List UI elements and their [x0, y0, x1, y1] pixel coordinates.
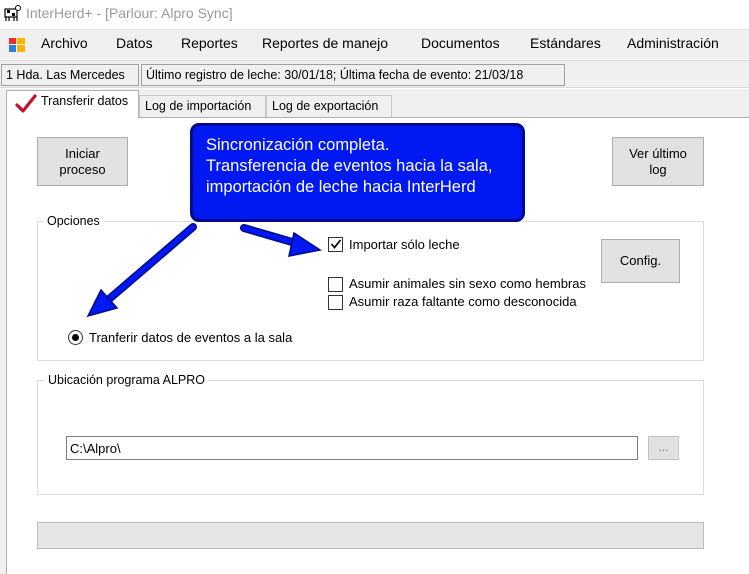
herd-name: 1 Hda. Las Mercedes	[1, 64, 139, 86]
view-log-line2: log	[649, 161, 667, 177]
alpro-location-group-label: Ubicación programa ALPRO	[45, 373, 209, 387]
options-group-label: Opciones	[44, 214, 103, 228]
checkmark-icon	[15, 94, 37, 113]
window-title: InterHerd+ - [Parlour: Alpro Sync]	[26, 5, 233, 21]
herd-status-bar: 1 Hda. Las Mercedes Último registro de l…	[0, 60, 749, 88]
tab-transferir-datos[interactable]: Transferir datos	[6, 90, 139, 118]
tab-log-importacion[interactable]: Log de importación	[139, 95, 266, 117]
menu-archivo[interactable]: Archivo	[41, 35, 88, 51]
tab-label: Transferir datos	[41, 94, 129, 108]
window-menu-icon[interactable]	[9, 38, 25, 52]
tab-log-exportacion[interactable]: Log de exportación	[266, 95, 392, 117]
browse-button[interactable]: ...	[648, 436, 679, 460]
annotation-callout: Sincronización completa. Transferencia d…	[190, 123, 525, 222]
last-records-info: Último registro de leche: 30/01/18; Últi…	[141, 64, 565, 86]
assume-unknown-breed-checkbox[interactable]	[328, 295, 343, 310]
menu-documentos[interactable]: Documentos	[421, 35, 500, 51]
radio-selected-dot	[72, 334, 79, 341]
callout-line: importación de leche hacia InterHerd	[206, 178, 476, 196]
tab-label: Log de importación	[145, 99, 252, 113]
menu-administracion[interactable]: Administración	[627, 35, 719, 51]
menu-bar: Archivo Datos Reportes Reportes de manej…	[0, 29, 749, 59]
title-bar: InterHerd+ - [Parlour: Alpro Sync]	[0, 0, 749, 28]
cow-app-icon	[4, 5, 21, 21]
transfer-events-radio[interactable]	[68, 330, 83, 345]
import-milk-only-checkbox[interactable]	[328, 237, 343, 252]
callout-line: Sincronización completa.	[206, 136, 390, 154]
menu-reportes[interactable]: Reportes	[181, 35, 238, 51]
assume-female-checkbox[interactable]	[328, 277, 343, 292]
sync-progress-bar	[37, 522, 704, 549]
assume-female-label: Asumir animales sin sexo como hembras	[349, 276, 586, 291]
check-icon	[330, 239, 342, 249]
config-button[interactable]: Config.	[601, 239, 680, 283]
tab-label: Log de exportación	[272, 99, 379, 113]
callout-line: Transferencia de eventos hacia la sala,	[206, 157, 493, 175]
alpro-path-input[interactable]	[66, 436, 638, 460]
view-log-line1: Ver último	[629, 145, 687, 161]
menu-reportes-manejo[interactable]: Reportes de manejo	[262, 35, 388, 51]
start-button-line1: Iniciar	[65, 145, 100, 161]
transfer-events-label: Tranferir datos de eventos a la sala	[89, 330, 293, 345]
tab-strip: Transferir datos Log de importación Log …	[0, 89, 749, 118]
assume-unknown-breed-label: Asumir raza faltante como desconocida	[349, 294, 577, 309]
start-process-button[interactable]: Iniciar proceso	[37, 137, 128, 186]
menu-estandares[interactable]: Estándares	[530, 35, 601, 51]
start-button-line2: proceso	[59, 161, 106, 177]
menu-datos[interactable]: Datos	[116, 35, 153, 51]
import-milk-only-label: Importar sólo leche	[349, 237, 460, 252]
view-last-log-button[interactable]: Ver último log	[612, 137, 704, 186]
